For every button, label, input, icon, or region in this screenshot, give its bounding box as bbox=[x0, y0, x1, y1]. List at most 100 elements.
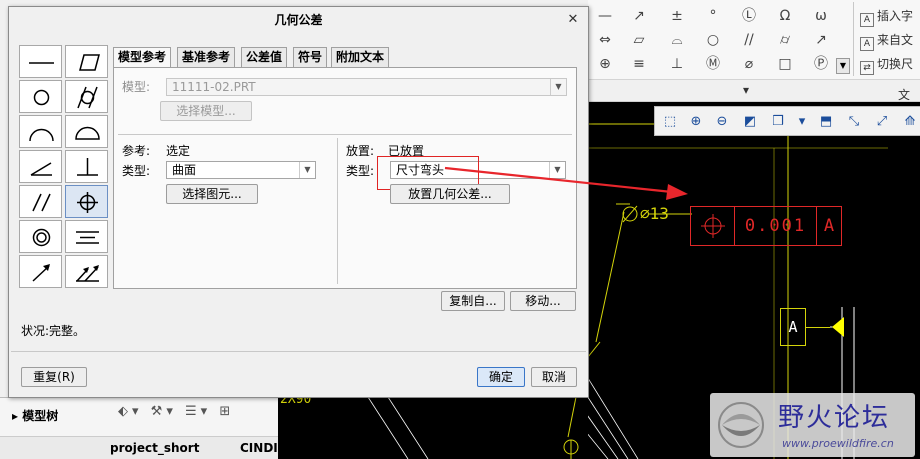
mmc-icon[interactable]: Ⓜ bbox=[702, 54, 724, 74]
tab-additional-text[interactable]: 附加文本 bbox=[331, 47, 390, 67]
csys-display-icon[interactable]: ⟰ bbox=[899, 111, 920, 133]
parallelism-icon[interactable]: // bbox=[738, 30, 760, 50]
place-gtol-button[interactable]: 放置几何公差... bbox=[390, 184, 510, 204]
symmetry-button[interactable] bbox=[65, 220, 108, 253]
total-runout-icon[interactable]: ↗ bbox=[810, 30, 832, 50]
watermark-title: 野火论坛 bbox=[778, 403, 891, 433]
text-from-file-button[interactable]: A 来自文 bbox=[860, 30, 913, 51]
position-icon[interactable]: ⊕ bbox=[594, 54, 616, 74]
cylindricity-icon[interactable]: ⌭ bbox=[774, 30, 796, 50]
model-label: 模型: bbox=[122, 80, 151, 94]
perpendicularity-button[interactable] bbox=[65, 150, 108, 183]
move-button[interactable]: 移动... bbox=[510, 291, 576, 311]
zoom-out-icon[interactable]: ⊖ bbox=[711, 111, 733, 133]
column-project-short[interactable]: project_short bbox=[110, 441, 199, 455]
perpendicularity-icon[interactable]: ⊥ bbox=[666, 54, 688, 74]
reset-button[interactable]: 重复(R) bbox=[21, 367, 87, 387]
refit-icon[interactable]: ⬚ bbox=[659, 111, 681, 133]
insert-text-button[interactable]: A 插入字 bbox=[860, 6, 913, 27]
total-runout-button[interactable] bbox=[65, 255, 108, 288]
placement-label: 放置: bbox=[346, 144, 375, 158]
symmetry-icon[interactable]: ≡ bbox=[628, 54, 650, 74]
omega-icon[interactable]: Ω bbox=[774, 6, 796, 26]
square-icon[interactable]: □ bbox=[774, 54, 796, 74]
ribbon-dropdown-arrow[interactable]: ▼ bbox=[836, 58, 850, 74]
model-combo: 11111-02.PRT ▼ bbox=[166, 78, 567, 96]
tab-model-ref[interactable]: 模型参考 bbox=[113, 47, 172, 68]
chevron-down-icon[interactable]: ▼ bbox=[549, 162, 565, 178]
angularity-button[interactable] bbox=[19, 150, 62, 183]
parallelism-button[interactable] bbox=[19, 185, 62, 218]
angularity-icon bbox=[30, 162, 52, 176]
drawing-canvas-lower-left[interactable]: 2X90 bbox=[278, 397, 588, 459]
degree-icon[interactable]: ° bbox=[702, 6, 724, 26]
concentricity-button[interactable] bbox=[19, 220, 62, 253]
list-icon[interactable]: ☰ bbox=[185, 404, 201, 419]
toggle-icon: ⇄ bbox=[860, 61, 874, 75]
profile-line-button[interactable] bbox=[19, 115, 62, 148]
tolerance-value-cell: 0.001 bbox=[735, 207, 817, 245]
tab-symbol[interactable]: 符号 bbox=[293, 47, 328, 67]
ell-icon[interactable]: Ⓛ bbox=[738, 6, 760, 26]
concentricity-icon bbox=[32, 228, 51, 247]
filter-icon[interactable]: ⊞ bbox=[219, 404, 234, 419]
annotation-ribbon: — ↗ ± ° Ⓛ Ω ω ⇔ ▱ ⌓ ○ // ⌭ ↗ ⊕ ≡ ⊥ Ⓜ ⌀ □… bbox=[588, 0, 920, 80]
projected-zone-icon[interactable]: Ⓟ bbox=[810, 54, 832, 74]
gtol-frame[interactable]: 0.001 A bbox=[690, 206, 842, 246]
close-icon[interactable]: ✕ bbox=[564, 11, 582, 29]
tab-datum-ref[interactable]: 基准参考 bbox=[177, 47, 236, 67]
diamond-arrow-icon[interactable]: ⇔ bbox=[594, 30, 616, 50]
dimension-label[interactable]: ⌀13 bbox=[640, 204, 669, 223]
drawing-lines-lower bbox=[367, 397, 579, 459]
cancel-button[interactable]: 取消 bbox=[531, 367, 577, 387]
position-button[interactable] bbox=[65, 185, 108, 218]
reference-type-combo[interactable]: 曲面 ▼ bbox=[166, 161, 316, 179]
circular-runout-button[interactable] bbox=[19, 255, 62, 288]
tab-tol-value[interactable]: 公差值 bbox=[241, 47, 288, 67]
diameter-icon[interactable]: ⌀ bbox=[738, 54, 760, 74]
straightness-button[interactable] bbox=[19, 45, 62, 78]
circularity-icon bbox=[33, 89, 50, 106]
column-cindi[interactable]: CINDI bbox=[240, 441, 278, 455]
zoom-in-icon[interactable]: ⊕ bbox=[685, 111, 707, 133]
panel-divider bbox=[118, 134, 572, 135]
display-style-dropdown-icon[interactable]: ▾ bbox=[791, 111, 813, 133]
placement-type-label: 类型: bbox=[346, 164, 375, 178]
perpendicularity-icon bbox=[77, 158, 98, 176]
footer-separator bbox=[11, 351, 586, 352]
circularity-icon[interactable]: ○ bbox=[702, 30, 724, 50]
repaint-icon[interactable]: ◩ bbox=[739, 111, 761, 133]
toggle-dimension-button[interactable]: ⇄ 切换尺 bbox=[860, 54, 913, 75]
circularity-button[interactable] bbox=[19, 80, 62, 113]
dialog-titlebar[interactable]: 几何公差 ✕ bbox=[9, 7, 588, 33]
flatness-button[interactable] bbox=[65, 45, 108, 78]
tools-icon[interactable]: ⚒ bbox=[151, 404, 167, 419]
eraser-icon[interactable]: ⬖ bbox=[118, 404, 132, 419]
profile-surface-icon bbox=[75, 126, 100, 140]
position-tolerance-icon bbox=[701, 214, 725, 238]
straightness-icon[interactable]: — bbox=[594, 6, 616, 26]
ok-button[interactable]: 确定 bbox=[477, 367, 525, 387]
copy-from-button[interactable]: 复制自... bbox=[441, 291, 505, 311]
point-display-icon[interactable]: ⤢ bbox=[871, 111, 893, 133]
circular-runout-icon[interactable]: ↗ bbox=[628, 6, 650, 26]
saved-views-icon[interactable]: ⬒ bbox=[815, 111, 837, 133]
profile-surface-icon[interactable]: ⌓ bbox=[666, 30, 688, 50]
text-group-label[interactable]: 文本 ▾ bbox=[743, 83, 910, 119]
datum-feature-box[interactable]: A bbox=[780, 308, 806, 346]
model-tree-title: ▸ 模型树 bbox=[12, 409, 59, 423]
reference-value: 选定 bbox=[166, 144, 191, 158]
flatness-icon[interactable]: ▱ bbox=[628, 30, 650, 50]
chevron-down-icon[interactable]: ▼ bbox=[299, 162, 315, 178]
axis-display-icon[interactable]: ⤡ bbox=[843, 111, 865, 133]
model-tree-columns: project_short CINDI bbox=[0, 436, 278, 459]
plus-minus-icon[interactable]: ± bbox=[666, 6, 688, 26]
model-tree-panel: ▸ 模型树 ⬖▾ ⚒▾ ☰▾ ⊞ project_short CINDI bbox=[0, 397, 278, 459]
ohm-icon[interactable]: ω bbox=[810, 6, 832, 26]
profile-surface-button[interactable] bbox=[65, 115, 108, 148]
select-entity-button[interactable]: 选择图元... bbox=[166, 184, 258, 204]
chevron-down-icon: ▼ bbox=[550, 79, 566, 95]
model-tree-toolbar[interactable]: ⬖▾ ⚒▾ ☰▾ ⊞ bbox=[118, 404, 234, 419]
display-style-icon[interactable]: ❒ bbox=[767, 111, 789, 133]
cylindricity-button[interactable] bbox=[65, 80, 108, 113]
